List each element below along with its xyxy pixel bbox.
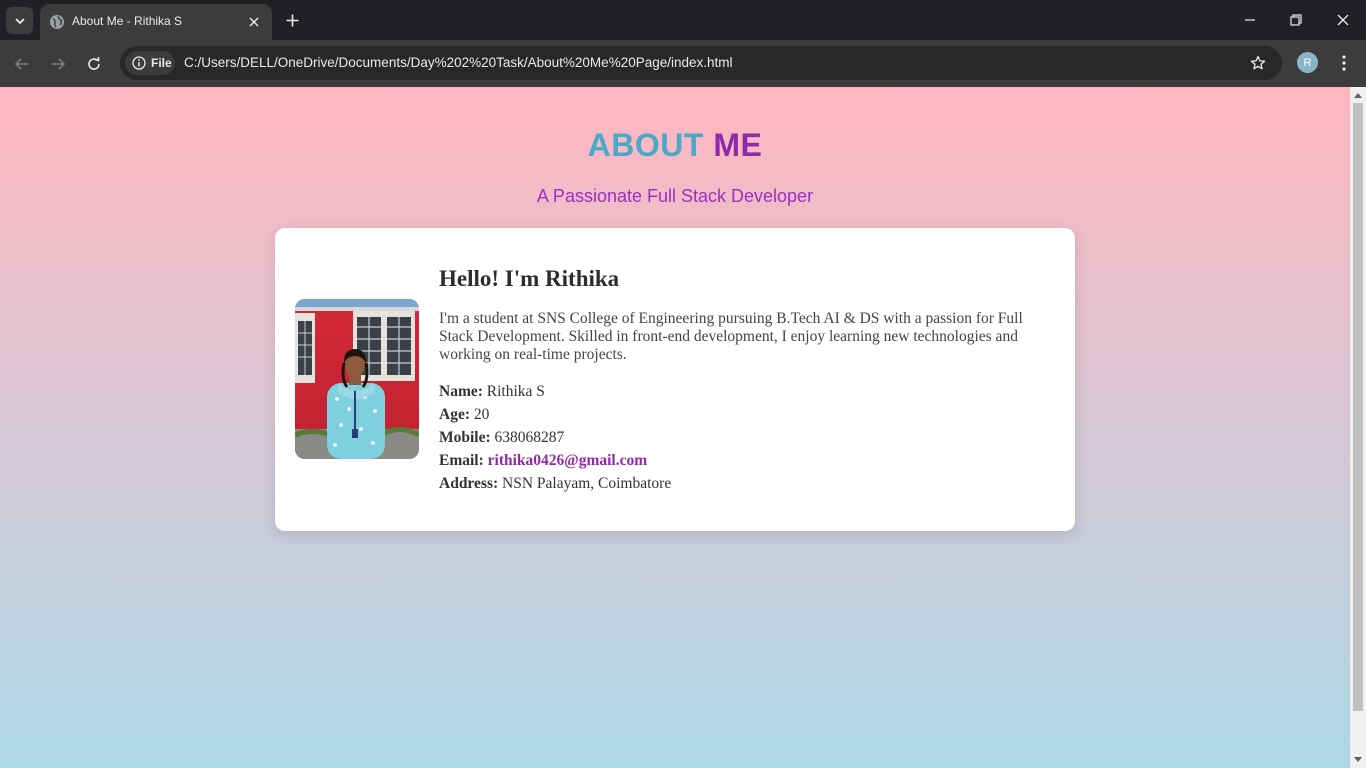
page-scrollbar[interactable] (1350, 87, 1366, 768)
profile-photo (295, 299, 419, 459)
plus-icon (286, 14, 298, 26)
detail-name: Name: Rithika S (439, 380, 1059, 403)
profile-avatar[interactable]: R (1297, 52, 1318, 73)
reload-icon (88, 57, 100, 70)
back-button[interactable] (11, 53, 33, 75)
page-subtitle: A Passionate Full Stack Developer (536, 186, 814, 206)
triangle-down-icon (1354, 757, 1362, 762)
url-text[interactable]: C:/Users/DELL/OneDrive/Documents/Day%202… (184, 55, 733, 70)
detail-email: Email: rithika0426@gmail.com (439, 449, 1059, 472)
tab-close-button[interactable] (245, 13, 263, 31)
tab-about-me[interactable]: About Me - Rithika S (40, 4, 272, 40)
detail-age-label: Age: (439, 406, 470, 423)
close-icon (1337, 14, 1349, 26)
page-title: ABOUT ME (0, 127, 1350, 164)
close-window-button[interactable] (1333, 10, 1353, 30)
details-list: Name: Rithika S Age: 20 Mobile: 63806828… (439, 380, 1059, 495)
detail-name-label: Name: (439, 383, 483, 400)
profile-info: Hello! I'm Rithika I'm a student at SNS … (439, 266, 1059, 495)
address-bar[interactable]: File C:/Users/DELL/OneDrive/Documents/Da… (120, 46, 1282, 80)
file-chip-label: File (151, 56, 172, 70)
tab-strip: About Me - Rithika S (0, 0, 1366, 40)
detail-age-value: 20 (473, 406, 490, 423)
forward-button[interactable] (47, 53, 69, 75)
restore-button[interactable] (1286, 10, 1306, 30)
tab-title: About Me - Rithika S (72, 14, 183, 28)
detail-name-value: Rithika S (486, 383, 545, 400)
arrow-left-icon (14, 58, 28, 70)
profile-photo-image (295, 299, 419, 459)
detail-mobile-value: 638068287 (494, 429, 565, 446)
detail-email-label: Email: (439, 452, 484, 469)
bio-paragraph: I'm a student at SNS College of Engineer… (439, 310, 1023, 363)
globe-icon (50, 15, 64, 29)
email-link[interactable]: rithika0426@gmail.com (488, 452, 648, 469)
detail-mobile-label: Mobile: (439, 429, 491, 446)
more-vert-icon (1342, 55, 1346, 71)
profile-card: Hello! I'm Rithika I'm a student at SNS … (275, 228, 1075, 531)
minimize-button[interactable] (1240, 10, 1260, 30)
close-icon (249, 17, 259, 27)
detail-age: Age: 20 (439, 403, 1059, 426)
title-word-about: ABOUT (587, 127, 704, 163)
scroll-up-button[interactable] (1350, 87, 1366, 103)
greeting-heading: Hello! I'm Rithika (439, 266, 620, 291)
detail-mobile: Mobile: 638068287 (439, 426, 1059, 449)
scroll-down-button[interactable] (1350, 752, 1366, 768)
triangle-up-icon (1354, 93, 1362, 98)
bookmark-button[interactable] (1248, 53, 1268, 73)
detail-address-value: NSN Palayam, Coimbatore (502, 475, 672, 492)
restore-icon (1290, 14, 1302, 26)
minimize-icon (1245, 19, 1255, 21)
info-icon (132, 56, 146, 70)
title-word-me: ME (713, 127, 763, 163)
new-tab-button[interactable] (282, 10, 302, 30)
star-icon (1250, 55, 1266, 70)
site-info-chip[interactable]: File (125, 51, 175, 75)
browser-menu-button[interactable] (1334, 52, 1354, 74)
detail-address: Address: NSN Palayam, Coimbatore (439, 472, 1059, 495)
tab-search-button[interactable] (6, 7, 33, 34)
chevron-down-icon (14, 17, 25, 24)
detail-address-label: Address: (439, 475, 499, 492)
browser-toolbar: File C:/Users/DELL/OneDrive/Documents/Da… (0, 40, 1366, 87)
scrollbar-thumb[interactable] (1353, 103, 1363, 711)
reload-button[interactable] (83, 53, 105, 75)
arrow-right-icon (52, 58, 66, 70)
page-viewport: ABOUT ME A Passionate Full Stack Develop… (0, 87, 1350, 768)
